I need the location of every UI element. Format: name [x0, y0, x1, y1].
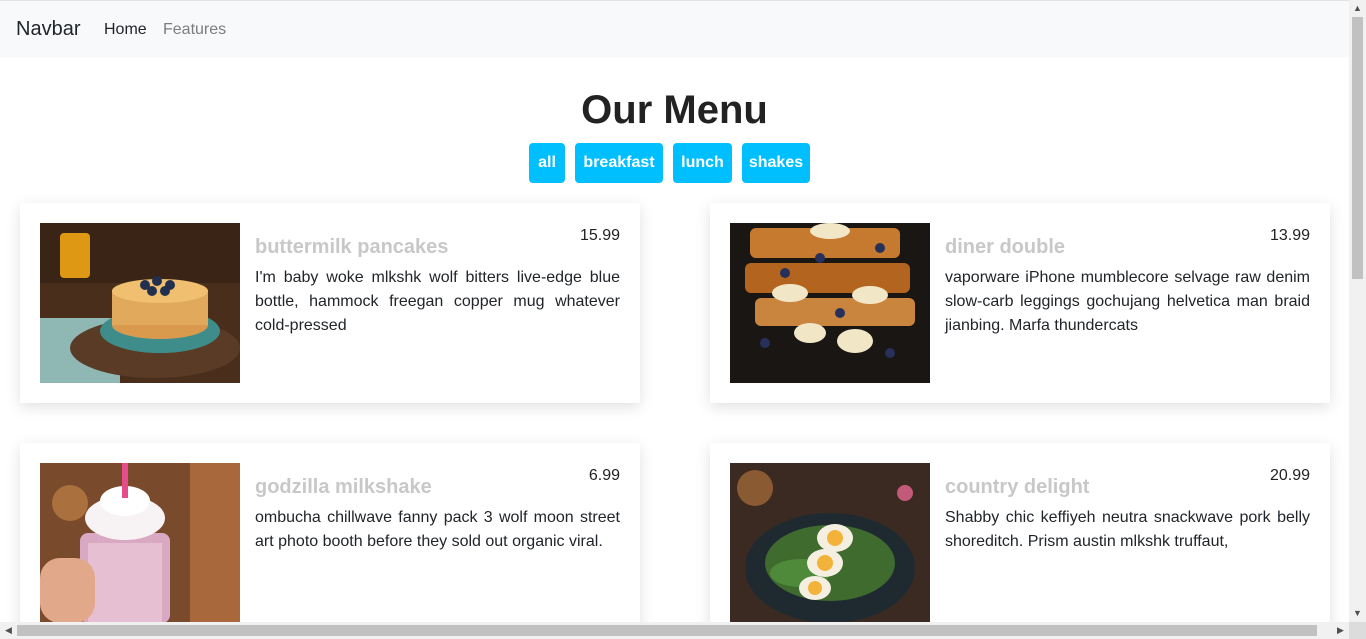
page-title: Our Menu	[581, 88, 768, 132]
pancakes-photo	[40, 223, 240, 383]
scroll-right-icon[interactable]: ▶	[1332, 622, 1349, 639]
menu-item-title: country delight	[945, 476, 1090, 498]
menu-item-description: ombucha chillwave fanny pack 3 wolf moon…	[255, 509, 620, 550]
eggs-salad-photo	[730, 463, 930, 622]
scroll-left-icon[interactable]: ◀	[0, 622, 17, 639]
navbar: Navbar Home Features	[0, 0, 1349, 57]
menu-item-price: 6.99	[588, 467, 620, 484]
menu-item-price: 13.99	[1269, 227, 1310, 244]
menu-item-description: vaporware iPhone mumblecore selvage raw …	[945, 269, 1310, 334]
filter-all-button[interactable]: all	[529, 143, 565, 183]
menu-item-title: diner double	[945, 236, 1065, 258]
french-toast-photo	[730, 223, 930, 383]
vertical-scroll-thumb[interactable]	[1352, 17, 1363, 279]
menu-item-title: buttermilk pancakes	[255, 236, 449, 258]
horizontal-scrollbar[interactable]: ◀ ▶	[0, 622, 1349, 639]
menu-item-card: buttermilk pancakes 15.99 I'm baby woke …	[20, 203, 640, 403]
menu-item-title: godzilla milkshake	[255, 476, 432, 498]
nav-link-home[interactable]: Home	[104, 21, 147, 39]
menu-item-description: Shabby chic keffiyeh neutra snackwave po…	[945, 509, 1310, 550]
menu-item-card: godzilla milkshake 6.99 ombucha chillwav…	[20, 443, 640, 622]
horizontal-scroll-thumb[interactable]	[17, 625, 1317, 636]
scroll-up-icon[interactable]: ▲	[1349, 0, 1366, 17]
filter-breakfast-button[interactable]: breakfast	[575, 143, 663, 183]
menu-item-card: diner double 13.99 vaporware iPhone mumb…	[710, 203, 1330, 403]
menu-item-price: 20.99	[1269, 467, 1310, 484]
filter-lunch-button[interactable]: lunch	[673, 143, 732, 183]
nav-link-features[interactable]: Features	[163, 21, 226, 39]
navbar-brand[interactable]: Navbar	[16, 18, 80, 41]
scrollbar-corner	[1349, 622, 1366, 639]
page-viewport: Navbar Home Features Our Menu all breakf…	[0, 0, 1349, 622]
scroll-down-icon[interactable]: ▼	[1349, 605, 1366, 622]
menu-item-description: I'm baby woke mlkshk wolf bitters live-e…	[255, 269, 620, 334]
menu-item-price: 15.99	[579, 227, 620, 244]
filter-shakes-button[interactable]: shakes	[742, 143, 810, 183]
vertical-scrollbar[interactable]: ▲ ▼	[1349, 0, 1366, 622]
menu-item-card: country delight 20.99 Shabby chic keffiy…	[710, 443, 1330, 622]
milkshake-photo	[40, 463, 240, 622]
